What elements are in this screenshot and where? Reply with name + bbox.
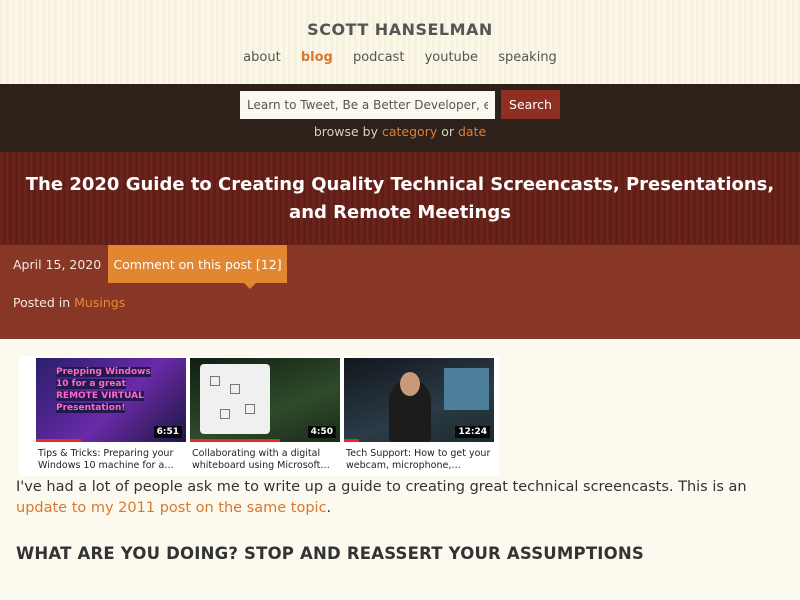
- video-progress-bar: [36, 439, 81, 442]
- intro-paragraph: I've had a lot of people ask me to write…: [16, 477, 784, 519]
- video-duration: 12:24: [455, 426, 490, 438]
- search-band: Search browse by category or date: [0, 84, 800, 152]
- site-header: SCOTT HANSELMAN about blog podcast youtu…: [0, 0, 800, 84]
- nav-youtube[interactable]: youtube: [425, 50, 478, 65]
- intro-text: I've had a lot of people ask me to write…: [16, 479, 747, 495]
- browse-or: or: [441, 124, 455, 139]
- post-meta: April 15, 2020 Comment on this post [12]…: [0, 245, 800, 339]
- post-title[interactable]: The 2020 Guide to Creating Quality Techn…: [14, 171, 786, 227]
- post-title-band: The 2020 Guide to Creating Quality Techn…: [0, 152, 800, 245]
- video-progress-bar: [344, 439, 359, 442]
- video-thumbnail[interactable]: 4:50: [190, 358, 340, 442]
- site-title[interactable]: SCOTT HANSELMAN: [0, 20, 800, 39]
- video-card[interactable]: 4:50 Collaborating with a digital whiteb…: [190, 358, 343, 476]
- video-card[interactable]: 12:24 Tech Support: How to get your webc…: [344, 358, 497, 476]
- browse-prefix: browse by: [313, 124, 378, 139]
- intro-end: .: [326, 500, 332, 516]
- video-duration: 6:51: [153, 426, 182, 438]
- presenter-face: [400, 372, 420, 396]
- search-button[interactable]: Search: [501, 90, 560, 119]
- search-row: Search: [0, 90, 800, 119]
- post-date: April 15, 2020: [13, 257, 102, 272]
- category-link[interactable]: Musings: [74, 295, 125, 310]
- thumbnail-overlay-text: Prepping Windows 10 for a great REMOTE V…: [56, 367, 151, 413]
- posted-in-label: Posted in: [13, 295, 71, 310]
- video-thumbnail[interactable]: Prepping Windows 10 for a great REMOTE V…: [36, 358, 186, 442]
- video-thumbnail[interactable]: 12:24: [344, 358, 494, 442]
- section-heading: WHAT ARE YOU DOING? STOP AND REASSERT YO…: [16, 544, 644, 563]
- nav-about[interactable]: about: [243, 50, 281, 65]
- browse-line: browse by category or date: [0, 124, 800, 139]
- video-caption[interactable]: Tips & Tricks: Preparing your Windows 10…: [36, 442, 189, 474]
- nav-podcast[interactable]: podcast: [353, 50, 404, 65]
- browse-category-link[interactable]: category: [382, 124, 437, 139]
- search-input[interactable]: [240, 90, 496, 119]
- nav-blog[interactable]: blog: [301, 50, 333, 65]
- whiteboard-tablet-image: [200, 364, 270, 434]
- nav-speaking[interactable]: speaking: [498, 50, 557, 65]
- posted-in: Posted in Musings: [13, 295, 125, 310]
- video-caption[interactable]: Tech Support: How to get your webcam, mi…: [344, 442, 497, 474]
- video-progress-bar: [190, 439, 280, 442]
- video-card[interactable]: Prepping Windows 10 for a great REMOTE V…: [36, 358, 189, 476]
- video-strip: Prepping Windows 10 for a great REMOTE V…: [19, 356, 499, 476]
- browse-date-link[interactable]: date: [458, 124, 486, 139]
- comment-link[interactable]: Comment on this post [12]: [108, 245, 287, 289]
- video-caption[interactable]: Collaborating with a digital whiteboard …: [190, 442, 343, 474]
- post-content: Prepping Windows 10 for a great REMOTE V…: [0, 356, 800, 563]
- monitor-image: [444, 368, 489, 410]
- update-post-link[interactable]: update to my 2011 post on the same topic: [16, 500, 327, 516]
- video-duration: 4:50: [307, 426, 336, 438]
- main-nav: about blog podcast youtube speaking: [0, 50, 800, 65]
